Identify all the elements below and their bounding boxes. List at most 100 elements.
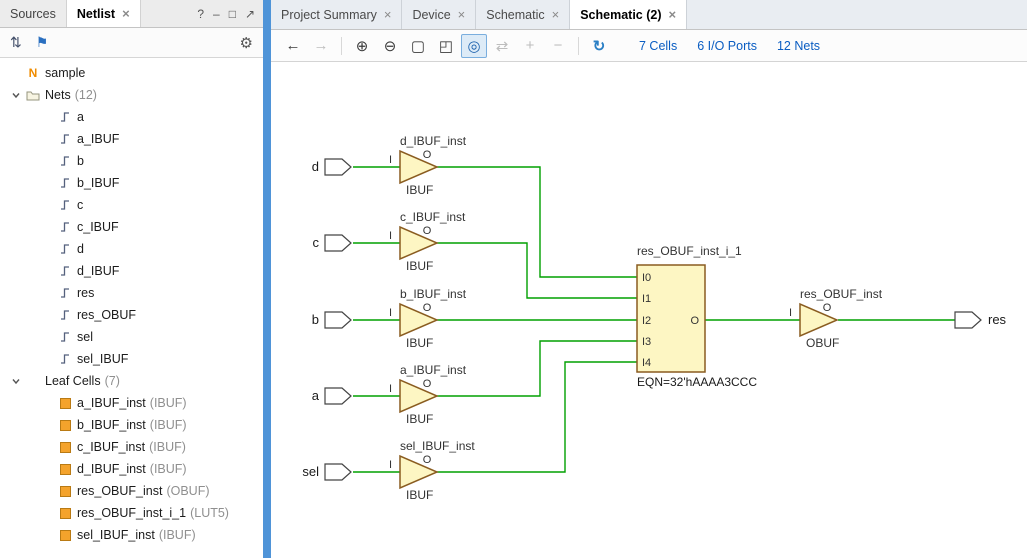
tree-item-leaf-cells[interactable]: Leaf Cells(7) <box>0 370 263 392</box>
tree-item-a[interactable]: a <box>0 106 263 128</box>
tree-item-c-ibuf-inst[interactable]: c_IBUF_inst(IBUF) <box>0 436 263 458</box>
lut-pin-label-i1: I1 <box>642 293 651 305</box>
cell-sel-ibuf-inst[interactable]: sel_IBUF_instIBUFIO <box>389 439 475 502</box>
io-port-a[interactable]: a <box>312 388 351 404</box>
remove-from-schematic-button[interactable]: − <box>545 34 571 58</box>
float-icon[interactable]: □ <box>229 7 236 21</box>
tree-item-label: sample <box>45 66 85 80</box>
tab-close-icon[interactable]: × <box>122 7 130 20</box>
help-icon[interactable]: ? <box>197 7 204 21</box>
forward-button[interactable]: → <box>308 34 334 58</box>
cell-a-ibuf-inst[interactable]: a_IBUF_instIBUFIO <box>389 363 467 426</box>
port-name-label: a <box>312 388 320 403</box>
back-button[interactable]: ← <box>280 34 306 58</box>
tree-item-res-obuf-inst-i-1[interactable]: res_OBUF_inst_i_1(LUT5) <box>0 502 263 524</box>
expander-icon[interactable] <box>8 90 24 100</box>
lut-pin-label-i2: I2 <box>642 315 651 327</box>
collapse-all-icon[interactable]: ⇅ <box>10 34 22 51</box>
tree-item-d[interactable]: d <box>0 238 263 260</box>
left-tab-sources[interactable]: Sources <box>0 0 67 27</box>
panel-window-controls: ?–□ ↗ <box>189 0 263 27</box>
cell-res-obuf-inst-i-1[interactable]: res_OBUF_inst_i_1EQN=32'hAAAA3CCCI0I1I2I… <box>637 244 757 389</box>
net-wire[interactable] <box>437 167 637 277</box>
tab-close-icon[interactable]: × <box>458 8 466 21</box>
tree-item-a-ibuf-inst[interactable]: a_IBUF_inst(IBUF) <box>0 392 263 414</box>
tree-item-res-obuf[interactable]: res_OBUF <box>0 304 263 326</box>
cell-b-ibuf-inst[interactable]: b_IBUF_instIBUFIO <box>389 287 467 350</box>
io-port-res[interactable]: res <box>955 312 1007 328</box>
schematic-toolbar: ←→⊕⊖▢◰◎⇄+−↻7 Cells6 I/O Ports12 Nets <box>271 30 1027 62</box>
net-icon <box>56 287 74 299</box>
zoom-to-selection-button[interactable]: ◰ <box>433 34 459 58</box>
pin-label-out: O <box>423 454 432 466</box>
tree-item-b-ibuf[interactable]: b_IBUF <box>0 172 263 194</box>
zoom-out-button[interactable]: ⊖ <box>377 34 403 58</box>
net-icon <box>56 133 74 145</box>
netlist-tree: NsampleNets(12)aa_IBUFbb_IBUFcc_IBUFdd_I… <box>0 58 263 558</box>
cell-instance-label: c_IBUF_inst <box>400 210 466 224</box>
right-tab-schematic-2[interactable]: Schematic (2)× <box>570 0 687 29</box>
tree-item-nets[interactable]: Nets(12) <box>0 84 263 106</box>
right-tab-project-summary[interactable]: Project Summary× <box>271 0 402 29</box>
regenerate-button[interactable]: ↻ <box>586 34 612 58</box>
io-port-c[interactable]: c <box>313 235 352 251</box>
cell-instance-label: sel_IBUF_inst <box>400 439 475 453</box>
cell-instance-label: b_IBUF_inst <box>400 287 467 301</box>
cell-d-ibuf-inst[interactable]: d_IBUF_instIBUFIO <box>389 134 467 197</box>
minimize-icon[interactable]: – <box>213 7 220 21</box>
tree-item-b-ibuf-inst[interactable]: b_IBUF_inst(IBUF) <box>0 414 263 436</box>
nets-count: 12 Nets <box>777 39 820 53</box>
left-tabbar: SourcesNetlist× ?–□ ↗ <box>0 0 263 28</box>
scroll-to-selection-icon[interactable]: ⚑ <box>36 34 49 51</box>
tree-item-d-ibuf[interactable]: d_IBUF <box>0 260 263 282</box>
io-port-b[interactable]: b <box>312 312 351 328</box>
pin-label-out: O <box>423 378 432 390</box>
schematic-canvas[interactable]: d_IBUF_instIBUFIO c_IBUF_instIBUFIO b_IBUF… <box>271 62 1027 558</box>
tree-item-b[interactable]: b <box>0 150 263 172</box>
io-port-d[interactable]: d <box>312 159 351 175</box>
tree-item-label: d_IBUF_inst <box>77 462 146 476</box>
tree-item-label: sel_IBUF_inst <box>77 528 155 542</box>
port-name-label: d <box>312 159 319 174</box>
schematic-drawing[interactable]: d_IBUF_instIBUFIO c_IBUF_instIBUFIO b_IBUF… <box>271 62 1027 558</box>
net-icon <box>56 111 74 123</box>
add-to-schematic-button[interactable]: + <box>517 34 543 58</box>
tree-item-res[interactable]: res <box>0 282 263 304</box>
io-port-sel[interactable]: sel <box>302 464 351 480</box>
tree-item-sel-ibuf-inst[interactable]: sel_IBUF_inst(IBUF) <box>0 524 263 546</box>
tree-item-sample[interactable]: Nsample <box>0 62 263 84</box>
maximize-icon[interactable]: ↗ <box>245 7 255 21</box>
tree-item-res-obuf-inst[interactable]: res_OBUF_inst(OBUF) <box>0 480 263 502</box>
tab-close-icon[interactable]: × <box>384 8 392 21</box>
expand-cone-button[interactable]: ⇄ <box>489 34 515 58</box>
tree-item-sel[interactable]: sel <box>0 326 263 348</box>
settings-gear-icon[interactable]: ⚙ <box>240 34 253 52</box>
autofit-selection-button[interactable]: ◎ <box>461 34 487 58</box>
zoom-fit-button[interactable]: ▢ <box>405 34 431 58</box>
tree-item-c[interactable]: c <box>0 194 263 216</box>
tab-close-icon[interactable]: × <box>552 8 560 21</box>
tree-item-type: (IBUF) <box>150 462 187 476</box>
tree-item-a-ibuf[interactable]: a_IBUF <box>0 128 263 150</box>
tree-item-sel-ibuf[interactable]: sel_IBUF <box>0 348 263 370</box>
tree-item-d-ibuf-inst[interactable]: d_IBUF_inst (IBUF) <box>0 458 263 480</box>
net-wire[interactable] <box>437 243 637 298</box>
tree-item-label: c_IBUF <box>77 220 119 234</box>
cell-c-ibuf-inst[interactable]: c_IBUF_instIBUFIO <box>389 210 466 273</box>
cell-res-obuf-inst[interactable]: res_OBUF_instOBUFIO <box>789 287 883 350</box>
lut-pin-label-i3: I3 <box>642 336 651 348</box>
panel-divider[interactable] <box>263 0 271 558</box>
expander-icon[interactable] <box>8 376 24 386</box>
net-icon <box>56 155 74 167</box>
net-wire[interactable] <box>437 341 637 396</box>
left-tab-netlist[interactable]: Netlist× <box>67 0 141 27</box>
tree-item-label: b_IBUF <box>77 176 119 190</box>
net-wire[interactable] <box>437 362 637 472</box>
zoom-in-button[interactable]: ⊕ <box>349 34 375 58</box>
net-icon <box>56 265 74 277</box>
tab-label: Device <box>412 8 450 22</box>
tab-close-icon[interactable]: × <box>669 8 677 21</box>
tree-item-c-ibuf[interactable]: c_IBUF <box>0 216 263 238</box>
right-tab-schematic[interactable]: Schematic× <box>476 0 570 29</box>
right-tab-device[interactable]: Device × <box>402 0 476 29</box>
